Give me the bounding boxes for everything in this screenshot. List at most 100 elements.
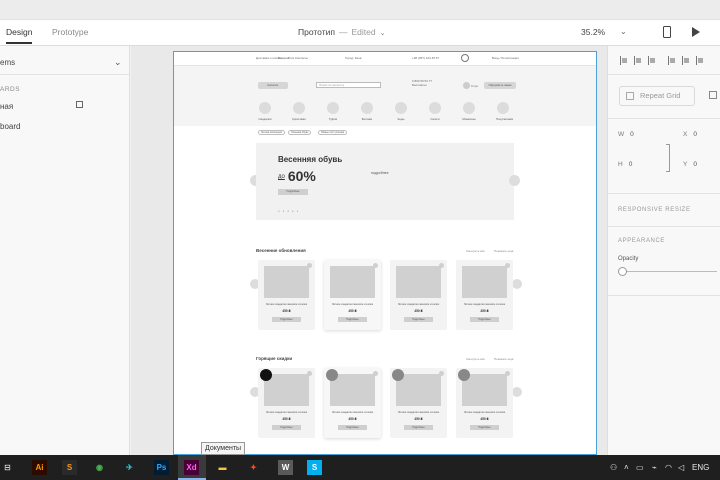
- align-center-icon[interactable]: [634, 56, 643, 65]
- nav-city[interactable]: Город: Киев: [345, 56, 361, 60]
- tray-chevron-icon[interactable]: ˄: [624, 463, 629, 472]
- category-item[interactable]: Мокасины: [462, 102, 476, 121]
- section-link[interactable]: Показать ещё: [494, 357, 513, 361]
- search-input[interactable]: Поиск по каталогу: [316, 82, 381, 88]
- nav-link[interactable]: Контакты: [295, 56, 308, 60]
- artboard-item[interactable]: board: [0, 122, 20, 131]
- x-field[interactable]: X0: [683, 131, 697, 138]
- favorite-icon[interactable]: [373, 263, 378, 268]
- category-item[interactable]: Кроссовки: [292, 102, 306, 121]
- task-view-icon[interactable]: ⊟: [0, 460, 15, 475]
- network-icon[interactable]: ⌁: [652, 463, 657, 472]
- banner-next-arrow[interactable]: [509, 175, 520, 186]
- sublime-icon[interactable]: S: [62, 460, 77, 475]
- product-card[interactable]: Летние сандалии женские из кожи 450 ₴ Подр…: [390, 368, 447, 438]
- align-left-icon[interactable]: [620, 56, 629, 65]
- volume-icon[interactable]: ◁: [678, 463, 684, 472]
- photoshop-icon[interactable]: Ps: [154, 460, 169, 475]
- carousel-next-arrow[interactable]: [512, 387, 522, 397]
- battery-icon[interactable]: ▭: [636, 463, 644, 472]
- people-icon[interactable]: ⚇: [610, 463, 617, 472]
- product-button[interactable]: Подробнее: [404, 425, 433, 430]
- category-item[interactable]: Кеды: [394, 102, 408, 121]
- favorite-icon[interactable]: [505, 371, 510, 376]
- favorite-icon[interactable]: [307, 371, 312, 376]
- align-top-icon[interactable]: [668, 56, 677, 65]
- category-item[interactable]: Сандалии: [258, 102, 272, 121]
- y-field[interactable]: Y0: [683, 161, 697, 168]
- wordpress-icon[interactable]: W: [278, 460, 293, 475]
- product-button[interactable]: Подробнее: [404, 317, 433, 322]
- product-card[interactable]: Летние сандалии женские из кожи 450 ₴ Подр…: [324, 260, 381, 330]
- artboard[interactable]: Доставка и оплата Возврат Блог Контакты …: [173, 51, 597, 455]
- zoom-level[interactable]: 35.2%: [581, 27, 605, 37]
- align-middle-icon[interactable]: [682, 56, 691, 65]
- product-button[interactable]: Подробнее: [470, 425, 499, 430]
- favorite-icon[interactable]: [439, 263, 444, 268]
- product-button[interactable]: Подробнее: [338, 425, 367, 430]
- opacity-slider-track[interactable]: [621, 271, 717, 272]
- filter-chip[interactable]: Летняя коллекция: [258, 130, 285, 135]
- favorite-icon[interactable]: [373, 371, 378, 376]
- explorer-icon[interactable]: ▬: [215, 460, 230, 475]
- product-button[interactable]: Подробнее: [272, 425, 301, 430]
- category-item[interactable]: Туфли: [326, 102, 340, 121]
- tab-design[interactable]: Design: [6, 27, 33, 44]
- cart-icon[interactable]: [463, 82, 470, 89]
- copy-icon[interactable]: [709, 91, 717, 99]
- skype-icon[interactable]: S: [307, 460, 322, 475]
- banner-pagination[interactable]: ● ● ● ● ●: [278, 209, 299, 213]
- favorite-icon[interactable]: [307, 263, 312, 268]
- checkout-button[interactable]: Оформить заказ: [484, 82, 516, 89]
- document-title-menu[interactable]: Прототип — Edited ⌄: [298, 27, 385, 37]
- product-button[interactable]: Подробнее: [338, 317, 367, 322]
- width-field[interactable]: W0: [618, 131, 634, 138]
- canvas[interactable]: Доставка и оплата Возврат Блог Контакты …: [131, 46, 607, 455]
- external-link-icon[interactable]: [76, 101, 83, 108]
- play-icon[interactable]: [692, 27, 700, 37]
- product-card[interactable]: Летние сандалии женские из кожи 450 ₴ Подр…: [258, 260, 315, 330]
- wifi-icon[interactable]: ◠: [665, 463, 672, 472]
- product-card[interactable]: Летние сандалии женские из кожи 450 ₴ Подр…: [456, 260, 513, 330]
- catalog-button[interactable]: Каталог: [258, 82, 288, 89]
- artboard-item[interactable]: ная: [0, 102, 13, 111]
- banner-button[interactable]: Подробнее: [278, 189, 308, 195]
- filter-chip[interactable]: Осенняя обувь: [288, 130, 312, 135]
- favorite-icon[interactable]: [505, 263, 510, 268]
- align-right-icon[interactable]: [648, 56, 657, 65]
- language-indicator[interactable]: ENG: [692, 463, 709, 472]
- responsive-resize-label[interactable]: RESPONSIVE RESIZE: [618, 207, 691, 213]
- lock-proportions-icon[interactable]: [666, 144, 670, 172]
- category-item[interactable]: Сапоги: [428, 102, 442, 121]
- height-field[interactable]: H0: [618, 161, 632, 168]
- carousel-next-arrow[interactable]: [512, 279, 522, 289]
- bird-icon[interactable]: ✈: [122, 460, 137, 475]
- section-link[interactable]: Смотреть все: [466, 357, 485, 361]
- product-card[interactable]: Летние сандалии женские из кожи 450 ₴ Подр…: [390, 260, 447, 330]
- tab-prototype[interactable]: Prototype: [52, 27, 88, 37]
- product-card[interactable]: Летние сандалии женские из кожи 450 ₴ Подр…: [258, 368, 315, 438]
- zoom-chevron-icon[interactable]: ⌄: [620, 27, 627, 36]
- chrome-icon[interactable]: ◉: [92, 460, 107, 475]
- category-item[interactable]: Ботинки: [360, 102, 374, 121]
- illustrator-icon[interactable]: Ai: [32, 460, 47, 475]
- product-card[interactable]: Летние сандалии женские из кожи 450 ₴ Подр…: [456, 368, 513, 438]
- favorite-icon[interactable]: [439, 371, 444, 376]
- xd-icon[interactable]: Xd: [184, 460, 199, 475]
- repeat-grid-button[interactable]: Repeat Grid: [619, 86, 695, 106]
- align-bottom-icon[interactable]: [696, 56, 705, 65]
- category-item[interactable]: Полусапожки: [496, 102, 513, 121]
- product-button[interactable]: Подробнее: [470, 317, 499, 322]
- filter-chip[interactable]: Новые поступления: [318, 130, 348, 135]
- nav-account[interactable]: Вход / Регистрация: [492, 56, 519, 60]
- opacity-slider-thumb[interactable]: [618, 267, 627, 276]
- section-link[interactable]: Показать ещё: [494, 249, 513, 253]
- section-link[interactable]: Смотреть все: [466, 249, 485, 253]
- chevron-down-icon[interactable]: ⌄: [114, 57, 122, 68]
- device-preview-icon[interactable]: [663, 26, 671, 38]
- product-button[interactable]: Подробнее: [272, 317, 301, 322]
- user-icon[interactable]: [461, 54, 469, 62]
- product-card[interactable]: Летние сандалии женские из кожи 450 ₴ Подр…: [324, 368, 381, 438]
- figma-icon[interactable]: ✦: [246, 460, 261, 475]
- nav-link[interactable]: Блог: [288, 56, 294, 60]
